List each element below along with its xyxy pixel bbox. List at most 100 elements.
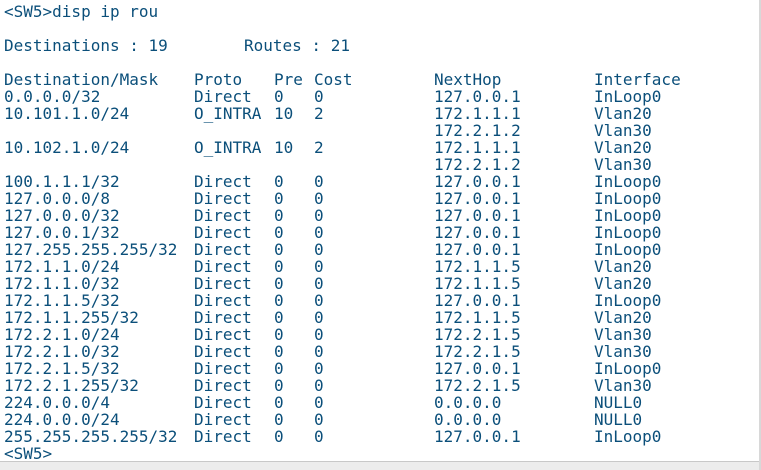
cell-cost: 0	[314, 325, 324, 344]
cell-destination: 10.101.1.0/24	[4, 104, 130, 123]
cell-destination: 224.0.0.0/24	[4, 410, 120, 429]
routes-count: Routes : 21	[244, 36, 350, 55]
header-pre: Pre	[274, 70, 303, 89]
header-proto: Proto	[194, 70, 243, 89]
cell-pre: 0	[274, 257, 284, 276]
cell-interface: NULL0	[594, 410, 643, 429]
cell-pre: 0	[274, 291, 284, 310]
cell-proto: Direct	[194, 427, 252, 446]
cell-nexthop: 172.2.1.5	[434, 376, 521, 395]
cell-nexthop: 172.1.1.5	[434, 308, 521, 327]
cell-interface: Vlan20	[594, 104, 652, 123]
cell-nexthop: 127.0.0.1	[434, 359, 521, 378]
cell-cost: 0	[314, 393, 324, 412]
cell-cost: 2	[314, 104, 324, 123]
cell-nexthop: 0.0.0.0	[434, 393, 502, 412]
cell-nexthop: 127.0.0.1	[434, 223, 521, 242]
cell-nexthop: 172.1.1.5	[434, 257, 521, 276]
cell-destination: 172.1.1.5/32	[4, 291, 120, 310]
cell-pre: 0	[274, 206, 284, 225]
cell-interface: InLoop0	[594, 189, 662, 208]
header-nexthop: NextHop	[434, 70, 502, 89]
cell-nexthop: 172.2.1.2	[434, 155, 521, 174]
cell-nexthop: 127.0.0.1	[434, 291, 521, 310]
cell-nexthop: 127.0.0.1	[434, 172, 521, 191]
cell-interface: Vlan30	[594, 342, 652, 361]
cell-interface: NULL0	[594, 393, 643, 412]
cell-cost: 0	[314, 427, 324, 446]
cell-destination: 224.0.0.0/4	[4, 393, 110, 412]
cell-proto: O_INTRA	[194, 104, 262, 123]
cell-proto: Direct	[194, 410, 252, 429]
cell-cost: 0	[314, 257, 324, 276]
cell-interface: InLoop0	[594, 359, 662, 378]
cell-interface: Vlan30	[594, 155, 652, 174]
header-destination: Destination/Mask	[4, 70, 159, 89]
cell-proto: Direct	[194, 87, 252, 106]
cell-proto: Direct	[194, 189, 252, 208]
cell-proto: Direct	[194, 257, 252, 276]
cell-destination: 172.2.1.0/32	[4, 342, 120, 361]
cell-pre: 0	[274, 274, 284, 293]
cell-pre: 0	[274, 240, 284, 259]
cell-proto: Direct	[194, 308, 252, 327]
cell-proto: Direct	[194, 376, 252, 395]
cell-interface: Vlan30	[594, 121, 652, 140]
cell-pre: 0	[274, 393, 284, 412]
cell-cost: 0	[314, 274, 324, 293]
cell-proto: Direct	[194, 291, 252, 310]
cell-nexthop: 127.0.0.1	[434, 240, 521, 259]
cell-destination: 127.0.0.1/32	[4, 223, 120, 242]
cell-destination: 172.1.1.0/24	[4, 257, 120, 276]
cell-destination: 0.0.0.0/32	[4, 87, 101, 106]
cell-destination: 172.2.1.5/32	[4, 359, 120, 378]
terminal-window[interactable]: <SW5>disp ip rou Destinations : 19 Route…	[0, 0, 761, 470]
cell-interface: InLoop0	[594, 223, 662, 242]
cell-interface: Vlan20	[594, 257, 652, 276]
route-summary: Destinations : 19 Routes : 21	[4, 37, 350, 54]
cell-destination: 172.1.1.255/32	[4, 308, 139, 327]
cell-proto: O_INTRA	[194, 138, 262, 157]
cell-cost: 0	[314, 410, 324, 429]
cell-nexthop: 172.1.1.5	[434, 274, 521, 293]
cell-cost: 0	[314, 359, 324, 378]
cell-destination: 10.102.1.0/24	[4, 138, 130, 157]
cell-pre: 0	[274, 342, 284, 361]
cell-proto: Direct	[194, 206, 252, 225]
cell-proto: Direct	[194, 274, 252, 293]
cell-nexthop: 127.0.0.1	[434, 427, 521, 446]
cell-cost: 0	[314, 189, 324, 208]
cell-cost: 0	[314, 223, 324, 242]
cell-destination: 172.2.1.255/32	[4, 376, 139, 395]
cell-proto: Direct	[194, 172, 252, 191]
cell-destination: 172.1.1.0/32	[4, 274, 120, 293]
cell-interface: InLoop0	[594, 206, 662, 225]
cell-proto: Direct	[194, 393, 252, 412]
cell-pre: 0	[274, 359, 284, 378]
cell-proto: Direct	[194, 240, 252, 259]
cell-pre: 0	[274, 376, 284, 395]
cell-proto: Direct	[194, 342, 252, 361]
cell-interface: InLoop0	[594, 87, 662, 106]
window-bottom-border	[0, 461, 761, 470]
cell-nexthop: 127.0.0.1	[434, 87, 521, 106]
cli-prompt[interactable]: <SW5>	[4, 445, 52, 462]
cell-pre: 0	[274, 189, 284, 208]
cell-cost: 0	[314, 342, 324, 361]
cell-pre: 0	[274, 223, 284, 242]
cell-cost: 0	[314, 240, 324, 259]
cell-interface: Vlan30	[594, 325, 652, 344]
cell-nexthop: 172.2.1.2	[434, 121, 521, 140]
header-cost: Cost	[314, 70, 353, 89]
table-header: Destination/Mask Proto Pre Cost NextHop …	[4, 71, 681, 88]
cell-pre: 10	[274, 104, 294, 123]
cell-cost: 0	[314, 291, 324, 310]
cell-cost: 0	[314, 376, 324, 395]
cell-destination: 172.2.1.0/24	[4, 325, 120, 344]
cell-pre: 0	[274, 325, 284, 344]
cell-pre: 0	[274, 427, 284, 446]
cell-destination: 100.1.1.1/32	[4, 172, 120, 191]
cell-nexthop: 172.2.1.5	[434, 325, 521, 344]
cell-nexthop: 172.1.1.1	[434, 104, 521, 123]
cell-pre: 0	[274, 87, 284, 106]
